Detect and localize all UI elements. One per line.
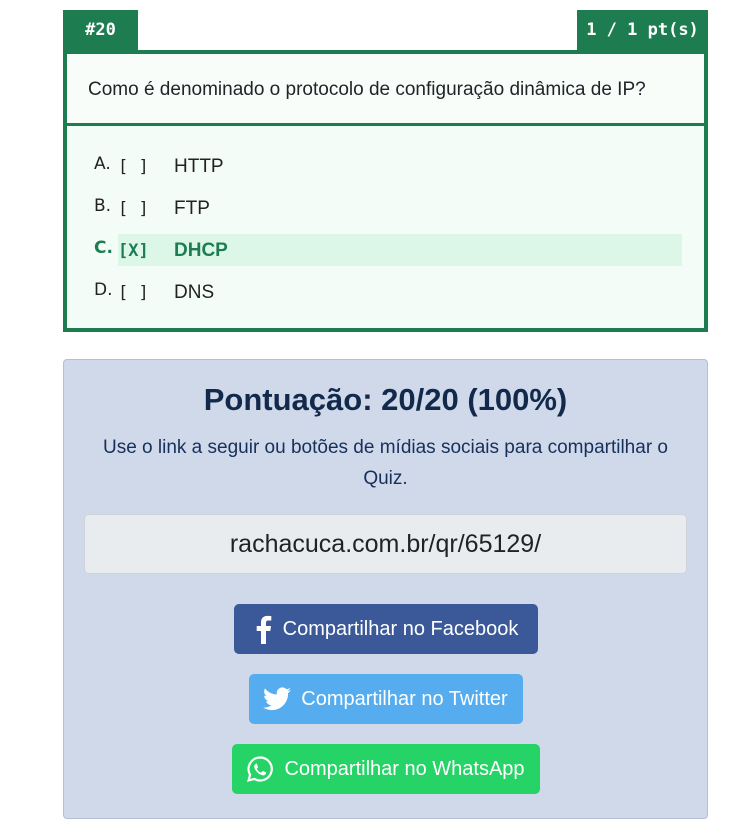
option-text: FTP xyxy=(174,198,210,219)
option-letter: C. xyxy=(94,238,113,258)
question-score: 1 / 1 pt(s) xyxy=(577,10,708,50)
share-whatsapp-button[interactable]: Compartilhar no WhatsApp xyxy=(231,744,540,794)
option-b: B. [ ] FTP xyxy=(94,188,682,230)
facebook-icon xyxy=(253,614,273,644)
option-checkbox: [ ] xyxy=(118,283,149,303)
option-a: A. [ ] HTTP xyxy=(94,146,682,188)
share-facebook-button[interactable]: Compartilhar no Facebook xyxy=(233,604,538,654)
question-card: #20 1 / 1 pt(s) Como é denominado o prot… xyxy=(63,10,708,332)
option-text: DNS xyxy=(174,282,215,303)
score-panel: Pontuação: 20/20 (100%) Use o link a seg… xyxy=(63,359,708,819)
option-c-correct: C. [X] DHCP xyxy=(94,230,682,272)
option-letter: B. xyxy=(94,196,112,216)
share-whatsapp-label: Compartilhar no WhatsApp xyxy=(284,757,525,780)
option-checkbox: [ ] xyxy=(118,199,149,219)
share-twitter-button[interactable]: Compartilhar no Twitter xyxy=(248,674,523,724)
score-title: Pontuação: 20/20 (100%) xyxy=(203,382,568,417)
option-checkbox: [ ] xyxy=(118,157,149,177)
question-header: #20 1 / 1 pt(s) xyxy=(63,10,708,50)
options-list: A. [ ] HTTP B. [ ] FTP C. [X] DHCP D. [ … xyxy=(67,126,704,328)
twitter-icon xyxy=(263,687,292,711)
option-letter: D. xyxy=(94,280,113,300)
whatsapp-icon xyxy=(246,755,274,783)
option-d: D. [ ] DNS xyxy=(94,272,682,314)
option-letter: A. xyxy=(94,154,111,174)
share-facebook-label: Compartilhar no Facebook xyxy=(282,617,519,640)
share-link[interactable]: rachacuca.com.br/qr/65129/ xyxy=(84,514,687,574)
question-text: Como é denominado o protocolo de configu… xyxy=(67,54,704,126)
question-number: #20 xyxy=(63,10,138,50)
share-description: Use o link a seguir ou botões de mídias … xyxy=(102,437,668,489)
option-text: DHCP xyxy=(174,240,228,261)
option-text: HTTP xyxy=(174,156,224,177)
question-body: Como é denominado o protocolo de configu… xyxy=(63,50,708,332)
share-twitter-label: Compartilhar no Twitter xyxy=(301,687,508,710)
option-checkbox: [X] xyxy=(118,241,149,261)
